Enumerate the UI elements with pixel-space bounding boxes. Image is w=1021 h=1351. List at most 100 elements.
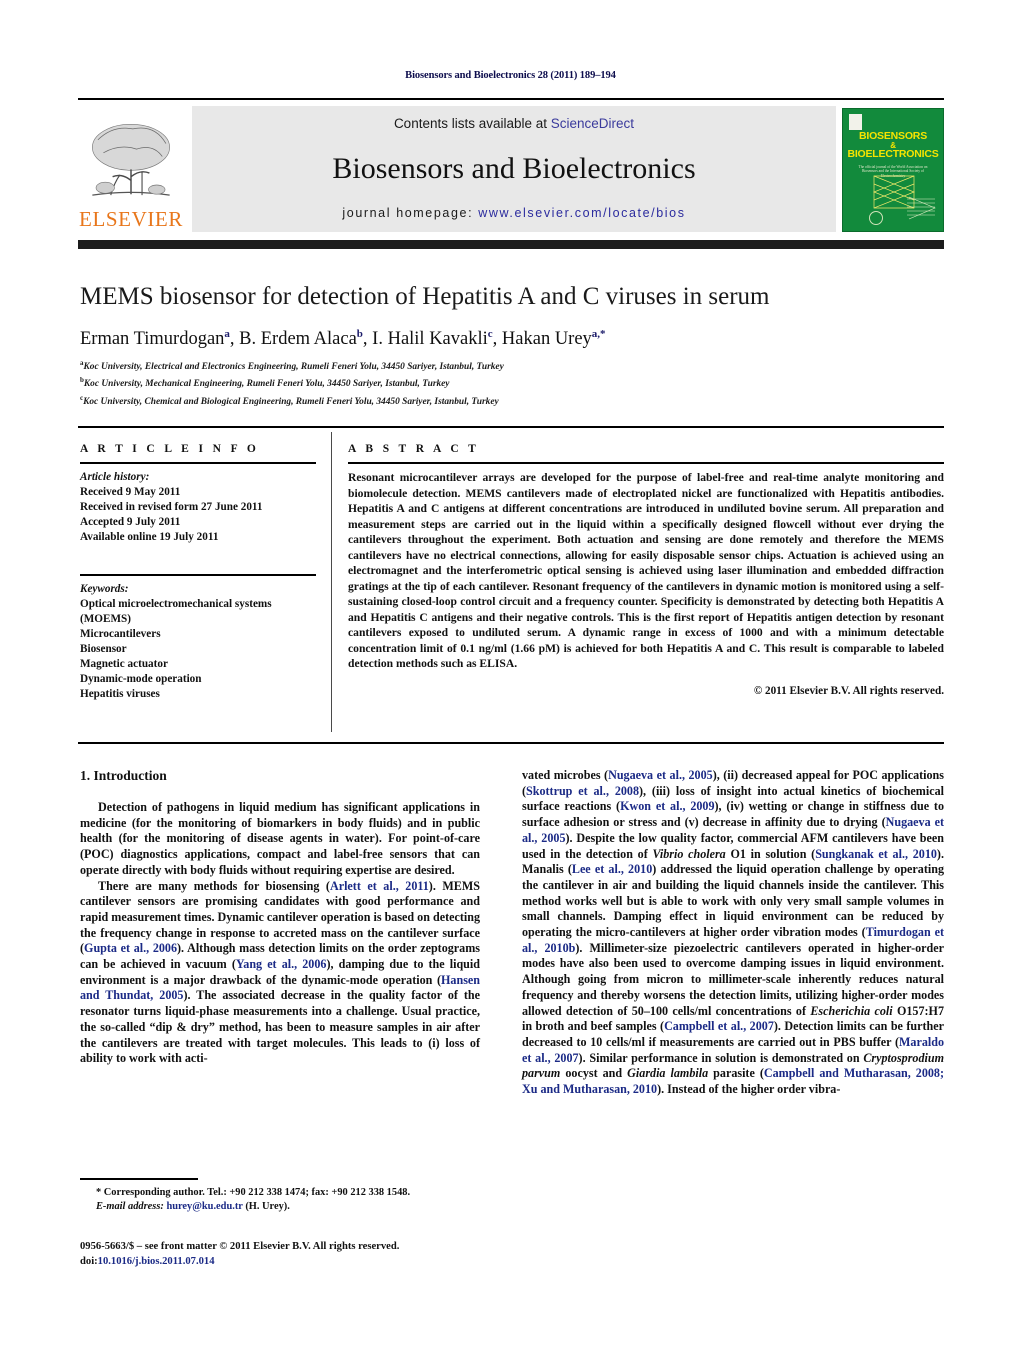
panel-top-rule [78, 426, 944, 428]
affiliation-line: cKoc University, Chemical and Biological… [80, 393, 499, 407]
keyword-line: Microcantilevers [80, 628, 161, 640]
citation-link[interactable]: Campbell et al., 2007 [664, 1019, 774, 1033]
keyword-line: Optical microelectromechanical systems [80, 598, 272, 610]
affiliation-marker: c [80, 393, 84, 402]
sciencedirect-link[interactable]: ScienceDirect [551, 116, 634, 131]
elsevier-logo: ELSEVIER [78, 106, 184, 232]
article-history-line: Available online 19 July 2011 [80, 531, 219, 543]
italic-term: Escherichia coli [810, 1003, 893, 1018]
author-affiliation-marker: b [356, 328, 363, 340]
affiliation-marker: a [80, 359, 84, 367]
affiliation-line: bKoc University, Mechanical Engineering,… [80, 376, 450, 390]
article-history-label: Article history: [80, 471, 150, 483]
citation-link[interactable]: Skottrup et al., 2008 [526, 784, 639, 798]
journal-cover-image: BIOSENSORS & BIOELECTRONICS The official… [842, 108, 944, 232]
intro-paragraph-1: Detection of pathogens in liquid medium … [80, 800, 480, 877]
running-head: Biosensors and Bioelectronics 28 (2011) … [405, 70, 616, 81]
intro-paragraph-3: vated microbes (Nugaeva et al., 2005), (… [522, 768, 945, 1097]
panel-bottom-rule [78, 742, 944, 744]
citation-link[interactable]: Campbell and Mutharasan, 2008; Xu and Mu… [522, 1066, 944, 1096]
author-affiliation-marker: a [224, 328, 230, 340]
keywords-rule [80, 574, 316, 576]
keyword-line: Magnetic actuator [80, 658, 168, 670]
abstract-column: A B S T R A C T Resonant microcantilever… [348, 443, 944, 697]
corresponding-author-line: * Corresponding author. Tel.: +90 212 33… [80, 1186, 480, 1200]
journal-masthead: ELSEVIER Contents lists available at Sci… [78, 98, 944, 232]
citation-link[interactable]: Gupta et al., 2006 [84, 941, 177, 955]
homepage-prefix-text: journal homepage: [342, 206, 479, 220]
article-history-line: Received 9 May 2011 [80, 486, 181, 498]
article-history-lines: Received 9 May 2011 Received in revised f… [80, 485, 316, 545]
keyword-line: Dynamic-mode operation [80, 673, 202, 685]
cover-line-2: BIOELECTRONICS [847, 148, 939, 160]
italic-term: Vibrio cholera [652, 846, 726, 861]
doi-label: doi: [80, 1255, 98, 1267]
citation-link[interactable]: Nugaeva et al., 2005 [608, 768, 713, 782]
author-name: Hakan Urey [501, 329, 592, 350]
cover-seal-icon [869, 211, 883, 225]
body-column-right: vated microbes (Nugaeva et al., 2005), (… [522, 768, 944, 1098]
panel-vertical-divider [331, 432, 332, 732]
author-affiliation-marker: a,* [591, 328, 606, 340]
masthead-center-band: Contents lists available at ScienceDirec… [192, 106, 836, 232]
body-column-left: 1. Introduction Detection of pathogens i… [80, 768, 480, 1067]
abstract-text: Resonant microcantilever arrays are deve… [348, 471, 944, 670]
abstract-rule [348, 462, 944, 464]
corresponding-author-footnote: * Corresponding author. Tel.: +90 212 33… [80, 1186, 480, 1214]
paper-page: Biosensors and Bioelectronics 28 (2011) … [0, 0, 1021, 1351]
author-name: Erman Timurdogan [80, 329, 225, 350]
article-info-rule [80, 462, 316, 464]
elsevier-wordmark: ELSEVIER [79, 207, 183, 231]
email-label: E-mail address: [96, 1201, 164, 1212]
journal-title: Biosensors and Bioelectronics [332, 151, 696, 185]
imprint-block: 0956-5663/$ – see front matter © 2011 El… [80, 1240, 500, 1269]
italic-term: Giardia lambila [627, 1066, 709, 1081]
keyword-line: (MOEMS) [80, 613, 131, 625]
masthead-bottom-rule [78, 240, 944, 249]
email-link[interactable]: hurey@ku.edu.tr [166, 1201, 242, 1212]
citation-link[interactable]: Lee et al., 2010 [572, 862, 652, 876]
keywords-label: Keywords: [80, 583, 129, 595]
author-name: I. Halil Kavakli [372, 329, 488, 350]
footnote-rule [80, 1178, 198, 1180]
doi-link[interactable]: 10.1016/j.bios.2011.07.014 [98, 1256, 215, 1267]
abstract-heading: A B S T R A C T [348, 443, 480, 455]
citation-link[interactable]: Kwon et al., 2009 [620, 799, 714, 813]
article-info-column: A R T I C L E I N F O Article history: R… [80, 443, 316, 702]
article-history-line: Accepted 9 July 2011 [80, 516, 181, 528]
article-info-heading: A R T I C L E I N F O [80, 443, 260, 455]
article-history-line: Received in revised form 27 June 2011 [80, 501, 263, 513]
email-line: E-mail address: hurey@ku.edu.tr (H. Urey… [80, 1200, 480, 1214]
cover-elsevier-mark-icon [849, 114, 862, 130]
citation-link[interactable]: Timurdogan et al., 2010b [522, 925, 944, 955]
abstract-copyright: © 2011 Elsevier B.V. All rights reserved… [753, 684, 944, 697]
citation-link[interactable]: Arlett et al., 2011 [330, 879, 429, 893]
journal-homepage-link[interactable]: www.elsevier.com/locate/bios [478, 206, 685, 220]
contents-prefix-text: Contents lists available at [393, 116, 551, 131]
citation-link[interactable]: Nugaeva et al., 2005 [522, 815, 944, 845]
intro-paragraph-2: There are many methods for biosensing (A… [80, 878, 480, 1066]
email-suffix: (H. Urey). [242, 1201, 290, 1212]
cover-wave-graphic-icon [907, 196, 936, 220]
citation-link[interactable]: Sungkanak et al., 2010 [815, 847, 937, 861]
elsevier-tree-icon [92, 123, 170, 196]
author-affiliation-marker: c [487, 328, 493, 340]
keyword-line: Hepatitis viruses [80, 688, 160, 700]
journal-homepage-line: journal homepage: www.elsevier.com/locat… [342, 206, 685, 220]
author-name: B. Erdem Alaca [239, 329, 357, 350]
affiliation-list: aKoc University, Electrical and Electron… [80, 357, 950, 409]
section-heading-introduction: 1. Introduction [80, 768, 167, 783]
affiliation-marker: b [80, 376, 84, 385]
page-title: MEMS biosensor for detection of Hepatiti… [80, 283, 770, 310]
journal-cover-block: BIOSENSORS & BIOELECTRONICS The official… [842, 106, 944, 232]
affiliation-line: aKoc University, Electrical and Electron… [80, 359, 504, 373]
cover-title-text: BIOSENSORS & BIOELECTRONICS [843, 131, 943, 160]
doi-line: doi:10.1016/j.bios.2011.07.014 [80, 1255, 500, 1270]
author-list: Erman Timurdogana, B. Erdem Alacab, I. H… [80, 328, 606, 350]
citation-link[interactable]: Yang et al., 2006 [236, 957, 327, 971]
masthead-top-rule [78, 98, 944, 100]
citation-link[interactable]: Hansen and Thundat, 2005 [80, 973, 480, 1003]
contents-available-line: Contents lists available at ScienceDirec… [394, 116, 634, 131]
keyword-line: Biosensor [80, 643, 127, 655]
keywords-lines: Optical microelectromechanical systems (M… [80, 597, 316, 702]
